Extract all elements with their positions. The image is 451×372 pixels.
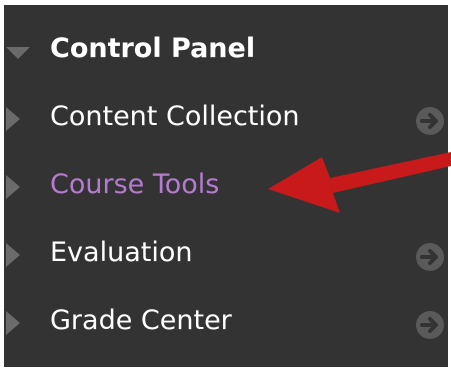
- circle-arrow-right-icon[interactable]: [415, 310, 445, 340]
- chevron-down-icon: [6, 47, 30, 59]
- menu-item-label: Evaluation: [50, 237, 193, 268]
- chevron-right-icon: [6, 311, 20, 335]
- menu-item-grade-center[interactable]: Grade Center: [4, 299, 448, 349]
- control-panel-title: Control Panel: [50, 33, 256, 64]
- chevron-right-icon: [6, 175, 20, 199]
- menu-item-evaluation[interactable]: Evaluation: [4, 231, 448, 281]
- menu-item-label: Course Tools: [50, 169, 220, 200]
- menu-item-course-tools[interactable]: Course Tools: [4, 163, 448, 213]
- circle-arrow-right-icon[interactable]: [415, 242, 445, 272]
- chevron-right-icon: [6, 243, 20, 267]
- screenshot-frame: Control Panel Content Collection Course …: [0, 0, 451, 372]
- menu-item-label: Content Collection: [50, 101, 300, 132]
- control-panel-header[interactable]: Control Panel: [4, 27, 448, 77]
- control-panel-menu: Control Panel Content Collection Course …: [4, 5, 448, 367]
- menu-item-content-collection[interactable]: Content Collection: [4, 95, 448, 145]
- circle-arrow-right-icon[interactable]: [415, 106, 445, 136]
- chevron-right-icon: [6, 107, 20, 131]
- menu-item-label: Grade Center: [50, 305, 232, 336]
